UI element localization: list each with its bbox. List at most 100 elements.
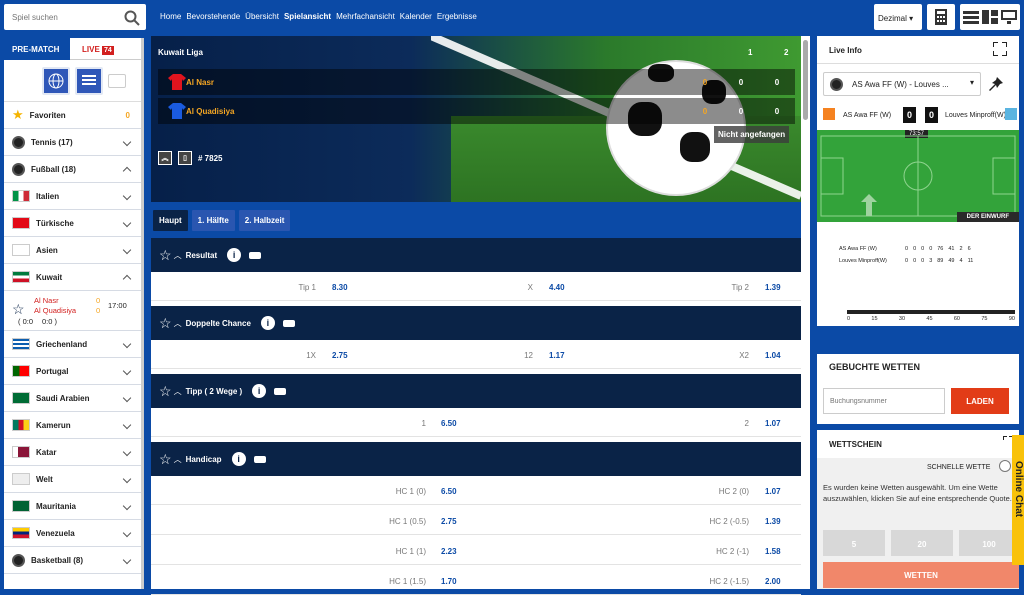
- tab-second-half[interactable]: 2. Halbzeit: [238, 209, 291, 231]
- odds-value[interactable]: 1.17: [549, 351, 565, 360]
- search-box[interactable]: [4, 4, 146, 30]
- odds-value[interactable]: 2.23: [441, 547, 457, 556]
- sidebar-item-cameroon[interactable]: Kamerun: [4, 412, 144, 439]
- nav-overview[interactable]: Übersicht: [245, 12, 279, 21]
- monitor-view-icon[interactable]: [1000, 10, 1017, 24]
- odds-label: HC 1 (1.5): [389, 577, 426, 586]
- quick-bet-toggle[interactable]: [999, 460, 1011, 472]
- nav-results[interactable]: Ergebnisse: [437, 12, 477, 21]
- chevron-up-icon[interactable]: ︿: [174, 318, 182, 329]
- sidebar-item-italy[interactable]: Italien: [4, 183, 144, 210]
- sidebar-item-football[interactable]: Fußball (18): [4, 156, 144, 183]
- sidebar-item-asia[interactable]: Asien: [4, 237, 144, 264]
- league-title: Kuwait Liga: [158, 48, 203, 57]
- nav-multi-view[interactable]: Mehrfachansicht: [336, 12, 395, 21]
- odds-value[interactable]: 1.58: [765, 547, 781, 556]
- tab-live[interactable]: LIVE 74: [70, 38, 144, 60]
- odds-value[interactable]: 4.40: [549, 283, 565, 292]
- sidebar-item-turkey[interactable]: Türkische: [4, 210, 144, 237]
- info-icon[interactable]: i: [231, 452, 246, 466]
- match-item[interactable]: ☆ Al Nasr Al Quadisiya 0 0 17:00 ( 0:0 0…: [4, 291, 144, 331]
- tab-first-half[interactable]: 1. Hälfte: [191, 209, 235, 231]
- tab-main[interactable]: Haupt: [153, 209, 188, 231]
- sidebar-item-saudi-arabia[interactable]: Saudi Arabien: [4, 385, 144, 412]
- search-input[interactable]: [4, 4, 114, 30]
- market-header-handicap[interactable]: ☆ ︿ Handicap i: [151, 442, 801, 476]
- odds-format-select[interactable]: Dezimal ▾: [874, 4, 922, 30]
- sidebar-item-world[interactable]: Welt: [4, 466, 144, 493]
- sidebar-scrollbar[interactable]: [141, 38, 144, 589]
- odds-value[interactable]: 6.50: [441, 419, 457, 428]
- list-view-button[interactable]: [75, 66, 103, 95]
- stake-5-button[interactable]: 5: [823, 530, 885, 556]
- tab-prematch[interactable]: PRE-MATCH: [4, 38, 70, 60]
- load-button[interactable]: LADEN: [951, 388, 1009, 414]
- odds-value[interactable]: 2.75: [441, 517, 457, 526]
- video-icon[interactable]: [282, 319, 295, 327]
- pin-icon[interactable]: [989, 77, 1003, 91]
- timeline-tick: 75: [981, 316, 988, 322]
- scoreboard-away-score: 0: [925, 107, 939, 123]
- sidebar-item-favorites[interactable]: ★ Favoriten 0: [4, 102, 144, 129]
- sidebar-item-tennis[interactable]: Tennis (17): [4, 129, 144, 156]
- star-outline-icon[interactable]: ☆: [12, 301, 25, 318]
- nav-upcoming[interactable]: Bevorstehende: [186, 12, 240, 21]
- place-bet-button[interactable]: WETTEN: [823, 562, 1019, 588]
- chevron-up-icon[interactable]: ︿: [174, 386, 182, 397]
- odds-value[interactable]: 8.30: [332, 283, 348, 292]
- sidebar-item-kuwait[interactable]: Kuwait: [4, 264, 144, 291]
- stake-20-button[interactable]: 20: [891, 530, 953, 556]
- collapse-icon[interactable]: ︽: [158, 151, 172, 165]
- video-icon[interactable]: [274, 387, 287, 395]
- center-scrollbar[interactable]: [801, 36, 810, 589]
- sidebar-item-venezuela[interactable]: Venezuela: [4, 520, 144, 547]
- odds-value[interactable]: 1.07: [765, 487, 781, 496]
- booking-number-input[interactable]: [823, 388, 945, 414]
- stats-book-icon[interactable]: ▯: [178, 151, 192, 165]
- odds-value[interactable]: 1.04: [765, 351, 781, 360]
- search-icon[interactable]: [124, 10, 140, 26]
- grid-view-icon[interactable]: [981, 10, 998, 24]
- match-selector[interactable]: AS Awa FF (W) - Louves ... ▾: [823, 72, 981, 96]
- odds-value[interactable]: 1.39: [765, 517, 781, 526]
- info-icon[interactable]: i: [260, 316, 275, 330]
- sidebar-item-mauritania[interactable]: Mauritania: [4, 493, 144, 520]
- sidebar-item-greece[interactable]: Griechenland: [4, 331, 144, 358]
- odds-value[interactable]: 1.70: [441, 577, 457, 586]
- sidebar-item-qatar[interactable]: Katar: [4, 439, 144, 466]
- globe-view-button[interactable]: [42, 66, 70, 95]
- sidebar-item-portugal[interactable]: Portugal: [4, 358, 144, 385]
- star-outline-icon[interactable]: ☆: [159, 315, 172, 332]
- home-team-name: Al Nasr: [186, 77, 215, 87]
- stake-100-button[interactable]: 100: [959, 530, 1019, 556]
- video-icon[interactable]: [253, 455, 266, 463]
- odds-label: X2: [739, 351, 749, 360]
- calculator-button[interactable]: [927, 4, 955, 30]
- odds-value[interactable]: 2.75: [332, 351, 348, 360]
- online-chat-tab[interactable]: Online Chat: [1012, 435, 1024, 565]
- scrollbar-thumb[interactable]: [803, 40, 808, 120]
- star-outline-icon[interactable]: ☆: [159, 247, 172, 264]
- list-view-icon[interactable]: [963, 10, 980, 24]
- video-icon[interactable]: [249, 251, 262, 259]
- nav-home[interactable]: Home: [160, 12, 181, 21]
- chevron-up-icon[interactable]: ︿: [174, 250, 182, 261]
- expand-icon[interactable]: [993, 42, 1007, 56]
- odds-value[interactable]: 1.07: [765, 419, 781, 428]
- market-header-double-chance[interactable]: ☆ ︿ Doppelte Chance i: [151, 306, 801, 340]
- odds-value[interactable]: 6.50: [441, 487, 457, 496]
- odds-value[interactable]: 1.39: [765, 283, 781, 292]
- star-outline-icon[interactable]: ☆: [159, 383, 172, 400]
- nav-calendar[interactable]: Kalender: [400, 12, 432, 21]
- star-outline-icon[interactable]: ☆: [159, 451, 172, 468]
- live-info-panel: Live Info AS Awa FF (W) - Louves ... ▾ A…: [817, 36, 1019, 326]
- odds-value[interactable]: 2.00: [765, 577, 781, 586]
- toggle-button[interactable]: [108, 73, 126, 88]
- market-header-two-way[interactable]: ☆ ︿ Tipp ( 2 Wege ) i: [151, 374, 801, 408]
- info-icon[interactable]: i: [227, 248, 242, 262]
- market-header-result[interactable]: ☆ ︿ Resultat i: [151, 238, 801, 272]
- info-icon[interactable]: i: [252, 384, 267, 398]
- sidebar-item-basketball[interactable]: Basketball (8): [4, 547, 144, 574]
- nav-match-view[interactable]: Spielansicht: [284, 12, 331, 21]
- chevron-up-icon[interactable]: ︿: [174, 454, 182, 465]
